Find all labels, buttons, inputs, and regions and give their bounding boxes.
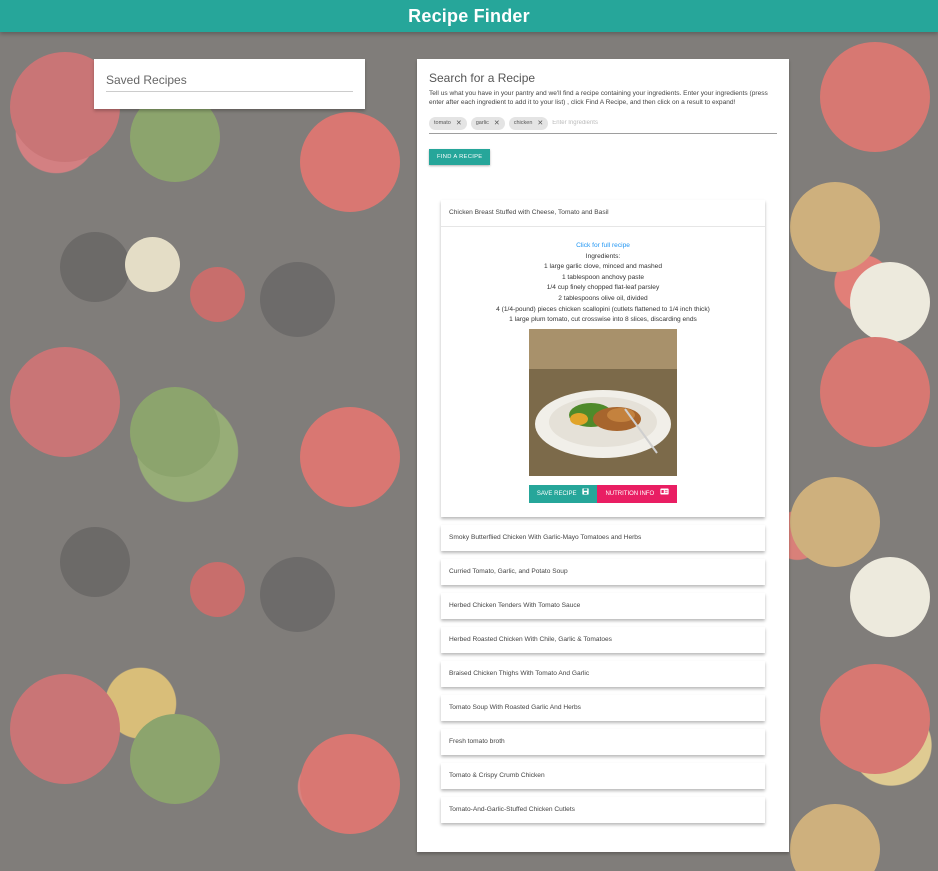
list-item[interactable]: Smoky Butterflied Chicken With Garlic-Ma…: [441, 524, 765, 551]
save-recipe-label: Save Recipe: [536, 490, 577, 497]
floppy-disk-icon: [582, 485, 590, 503]
result-header[interactable]: Chicken Breast Stuffed with Cheese, Toma…: [441, 200, 765, 226]
ingredient-line: 4 (1/4-pound) pieces chicken scallopini …: [496, 305, 710, 313]
search-description: Tell us what you have in your pantry and…: [429, 90, 768, 106]
ingredient-line: 1 tablespoon anchovy paste: [561, 273, 645, 281]
recipe-photo: [529, 328, 677, 476]
list-item[interactable]: Fresh tomato broth: [441, 728, 765, 755]
chip-label: chicken: [513, 120, 533, 127]
close-icon[interactable]: ✕: [494, 119, 500, 127]
result-header[interactable]: Herbed Roasted Chicken With Chile, Garli…: [441, 627, 765, 653]
result-header[interactable]: Tomato-And-Garlic-Stuffed Chicken Cutlet…: [441, 797, 765, 823]
nutrition-info-button[interactable]: Nutrition Info: [597, 484, 678, 503]
saved-recipes-title: Saved Recipes: [106, 73, 353, 92]
list-item[interactable]: Braised Chicken Thighs With Tomato And G…: [441, 660, 765, 687]
result-header[interactable]: Herbed Chicken Tenders With Tomato Sauce: [441, 593, 765, 619]
ingredient-line: 1/4 cup finely chopped flat-leaf parsley: [546, 284, 660, 292]
full-recipe-link[interactable]: Click for full recipe: [441, 241, 765, 252]
search-card: Search for a Recipe Tell us what you hav…: [417, 59, 789, 852]
ingredient-line: 2 tablespoons olive oil, divided: [558, 294, 648, 302]
chip-label: tomato: [434, 120, 451, 127]
list-item: Chicken Breast Stuffed with Cheese, Toma…: [441, 200, 765, 517]
ingredient-input[interactable]: [552, 120, 673, 127]
id-card-icon: [660, 485, 669, 503]
app-header: Recipe Finder: [0, 0, 938, 32]
result-header[interactable]: Tomato Soup With Roasted Garlic And Herb…: [441, 695, 765, 721]
list-item[interactable]: Tomato & Crispy Crumb Chicken: [441, 762, 765, 789]
result-body: Click for full recipe Ingredients: 1 lar…: [441, 226, 765, 517]
save-recipe-button[interactable]: Save Recipe: [528, 484, 598, 503]
ingredient-chip: garlic ✕: [470, 116, 505, 130]
result-header[interactable]: Tomato & Crispy Crumb Chicken: [441, 763, 765, 789]
list-item[interactable]: Herbed Chicken Tenders With Tomato Sauce: [441, 592, 765, 619]
search-heading: Search for a Recipe: [429, 71, 536, 85]
result-header[interactable]: Braised Chicken Thighs With Tomato And G…: [441, 661, 765, 687]
list-item[interactable]: Tomato Soup With Roasted Garlic And Herb…: [441, 694, 765, 721]
results-list: Chicken Breast Stuffed with Cheese, Toma…: [441, 200, 765, 831]
ingredient-line: 1 large garlic clove, minced and mashed: [543, 263, 663, 271]
find-recipe-button[interactable]: Find a Recipe: [429, 149, 491, 166]
ingredient-chip: tomato ✕: [429, 116, 467, 130]
ingredient-chips-input[interactable]: tomato ✕ garlic ✕ chicken ✕: [429, 116, 777, 135]
ingredient-chip: chicken ✕: [508, 116, 549, 130]
close-icon[interactable]: ✕: [537, 119, 543, 127]
close-icon[interactable]: ✕: [456, 119, 462, 127]
app-title: Recipe Finder: [408, 5, 530, 26]
recipe-photo-art: [529, 328, 677, 476]
ingredients-label: Ingredients:: [585, 252, 621, 260]
nutrition-info-label: Nutrition Info: [605, 490, 655, 497]
result-actions: Save Recipe Nutrition Info: [441, 484, 765, 503]
result-header[interactable]: Fresh tomato broth: [441, 729, 765, 755]
list-item[interactable]: Herbed Roasted Chicken With Chile, Garli…: [441, 626, 765, 653]
ingredient-line: 1 large plum tomato, cut crosswise into …: [509, 316, 697, 324]
list-item[interactable]: Tomato-And-Garlic-Stuffed Chicken Cutlet…: [441, 796, 765, 823]
chip-label: garlic: [475, 120, 489, 127]
result-header[interactable]: Smoky Butterflied Chicken With Garlic-Ma…: [441, 525, 765, 551]
saved-recipes-card: Saved Recipes: [94, 59, 365, 109]
result-header[interactable]: Curried Tomato, Garlic, and Potato Soup: [441, 559, 765, 585]
list-item[interactable]: Curried Tomato, Garlic, and Potato Soup: [441, 558, 765, 585]
